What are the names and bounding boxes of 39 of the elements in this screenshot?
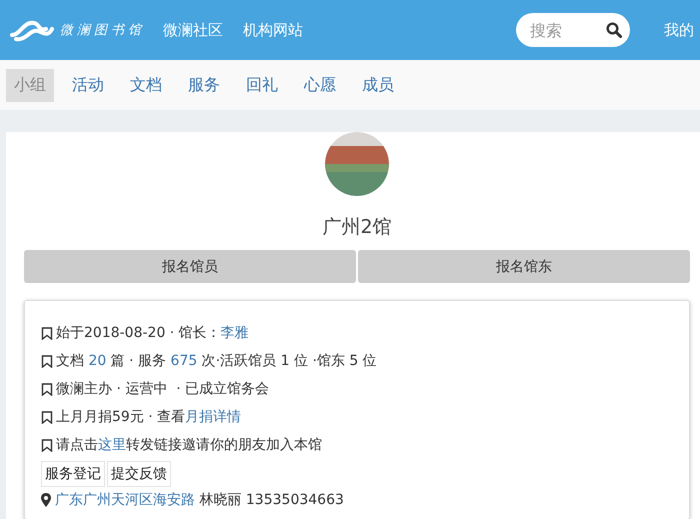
link[interactable]: 月捐详情 [185,408,242,426]
bookmark-icon [41,410,53,424]
contact-text: 林晓丽 13535034663 [198,491,344,509]
info-text: 微澜主办 · 运营中 · 已成立馆务会 [56,380,270,398]
info-text: 上月月捐59元 · 查看 [56,408,186,426]
tab[interactable]: 成员 [354,68,402,102]
bookmark-icon [41,438,53,452]
nav-link[interactable]: 机构网站 [243,20,303,40]
bookmark-icon [41,354,53,368]
location-pin-icon [41,493,51,507]
info-text: 请点击 [56,436,98,454]
signup-button[interactable]: 报名馆东 [358,250,690,283]
search-icon[interactable] [606,22,622,38]
info-text: 次·活跃馆员 1 位 ·馆东 5 位 [200,352,377,370]
info-text: 始于2018-08-20 · 馆长： [56,324,221,342]
search-field[interactable]: 搜索 [516,13,630,47]
bookmark-icon [41,382,53,396]
info-text: 文档 [56,352,85,370]
signup-button[interactable]: 报名馆员 [24,250,356,283]
info-text: 篇 · 服务 [110,352,168,370]
address-link[interactable]: 广东广州天河区海安路 [55,491,195,509]
action-button[interactable]: 提交反馈 [107,461,171,487]
action-button[interactable]: 服务登记 [41,461,105,487]
user-link[interactable]: 我的 [664,20,700,40]
tab[interactable]: 回礼 [238,68,286,102]
info-text: 转发链接邀请你的朋友加入本馆 [126,436,322,454]
tab[interactable]: 小组 [6,68,54,102]
logo-text[interactable]: 微澜图书馆 [60,21,145,39]
link[interactable]: 李雅 [220,324,249,342]
tab[interactable]: 心愿 [296,68,344,102]
bookmark-icon [41,326,53,340]
library-name: 广州2馆 [321,215,393,240]
tab[interactable]: 活动 [64,68,112,102]
link[interactable]: 这里 [98,436,126,454]
link[interactable]: 20 [88,353,106,369]
link[interactable]: 675 [170,353,198,369]
tab[interactable]: 服务 [180,68,228,102]
nav-link[interactable]: 微澜社区 [163,20,223,40]
tab[interactable]: 文档 [122,68,170,102]
